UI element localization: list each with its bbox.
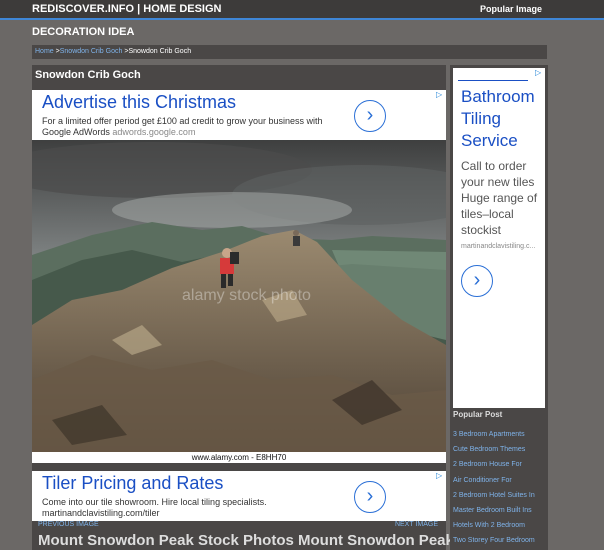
breadcrumb-current: Snowdon Crib Goch: [128, 48, 192, 55]
ad-url: martinandclavistiling.c...: [461, 243, 536, 250]
ad-source: Google AdWords adwords.google.com: [42, 127, 195, 137]
sidebar: Bathroom Tiling Service Call to order yo…: [450, 65, 548, 550]
adchoices-icon[interactable]: ▷: [535, 69, 543, 77]
popular-post-heading: Popular Post: [453, 410, 503, 419]
ad-headline[interactable]: Bathroom Tiling Service: [461, 86, 545, 152]
ad-description: For a limited offer period get £100 ad c…: [42, 116, 323, 126]
popular-post-link[interactable]: 2 Bedroom House For: [453, 457, 535, 472]
ad-banner-mid[interactable]: Tiler Pricing and Rates Come into our ti…: [32, 471, 446, 521]
popular-post-link[interactable]: 3 Bedroom Apartments: [453, 427, 535, 442]
breadcrumb-home-link[interactable]: Home: [35, 48, 54, 55]
ad-headline[interactable]: Tiler Pricing and Rates: [42, 473, 223, 494]
next-image-link[interactable]: NEXT IMAGE: [395, 521, 438, 528]
ad-banner-top[interactable]: Advertise this Christmas For a limited o…: [32, 90, 446, 140]
popular-post-link[interactable]: Cute Bedroom Themes: [453, 442, 535, 457]
main-photo: alamy stock photo: [32, 140, 446, 463]
photo-caption: www.alamy.com - E8HH70: [32, 452, 446, 463]
ad-description: Come into our tile showroom. Hire local …: [42, 497, 267, 507]
popular-post-link[interactable]: Air Conditioner For: [453, 473, 535, 488]
popular-post-link[interactable]: Master Bedroom Built Ins: [453, 503, 535, 518]
sidebar-ad[interactable]: Bathroom Tiling Service Call to order yo…: [453, 68, 545, 408]
site-title[interactable]: REDISCOVER.INFO | HOME DESIGN: [32, 3, 222, 15]
chevron-right-icon[interactable]: ›: [354, 481, 386, 513]
chevron-right-icon[interactable]: ›: [354, 100, 386, 132]
chevron-right-icon[interactable]: ›: [461, 265, 493, 297]
ad-description: Call to order your new tiles Huge range …: [461, 159, 538, 237]
ad-divider: [458, 80, 528, 81]
post-title: Snowdon Crib Goch: [35, 69, 141, 81]
main-content: Snowdon Crib Goch Advertise this Christm…: [32, 65, 454, 550]
breadcrumb-category-link[interactable]: Snowdon Crib Goch: [60, 48, 123, 55]
section-title: DECORATION IDEA: [32, 26, 135, 38]
popular-post-list: 3 Bedroom Apartments Cute Bedroom Themes…: [453, 427, 535, 549]
adchoices-icon[interactable]: ▷: [436, 91, 444, 99]
popular-image-link[interactable]: Popular Image: [480, 4, 542, 14]
top-bar: REDISCOVER.INFO | HOME DESIGN Popular Im…: [0, 0, 604, 20]
watermark-text: alamy stock photo: [182, 287, 311, 304]
ad-source-name: Google AdWords: [42, 127, 110, 137]
popular-post-link[interactable]: Hotels With 2 Bedroom: [453, 518, 535, 533]
mountain-photo-image: alamy stock photo: [32, 140, 446, 463]
previous-image-link[interactable]: PREVIOUS IMAGE: [38, 521, 99, 528]
popular-post-link[interactable]: Two Storey Four Bedroom: [453, 533, 535, 548]
ad-headline[interactable]: Advertise this Christmas: [42, 92, 236, 113]
image-title-heading: Mount Snowdon Peak Stock Photos Mount Sn…: [38, 532, 454, 549]
ad-url: adwords.google.com: [112, 127, 196, 137]
image-pagination: PREVIOUS IMAGE NEXT IMAGE: [32, 521, 446, 529]
breadcrumb: Home >Snowdon Crib Goch >Snowdon Crib Go…: [32, 45, 547, 59]
popular-post-link[interactable]: 2 Bedroom Hotel Suites In: [453, 488, 535, 503]
adchoices-icon[interactable]: ▷: [436, 472, 444, 480]
ad-url: martinandclavistiling.com/tiler: [42, 508, 160, 518]
